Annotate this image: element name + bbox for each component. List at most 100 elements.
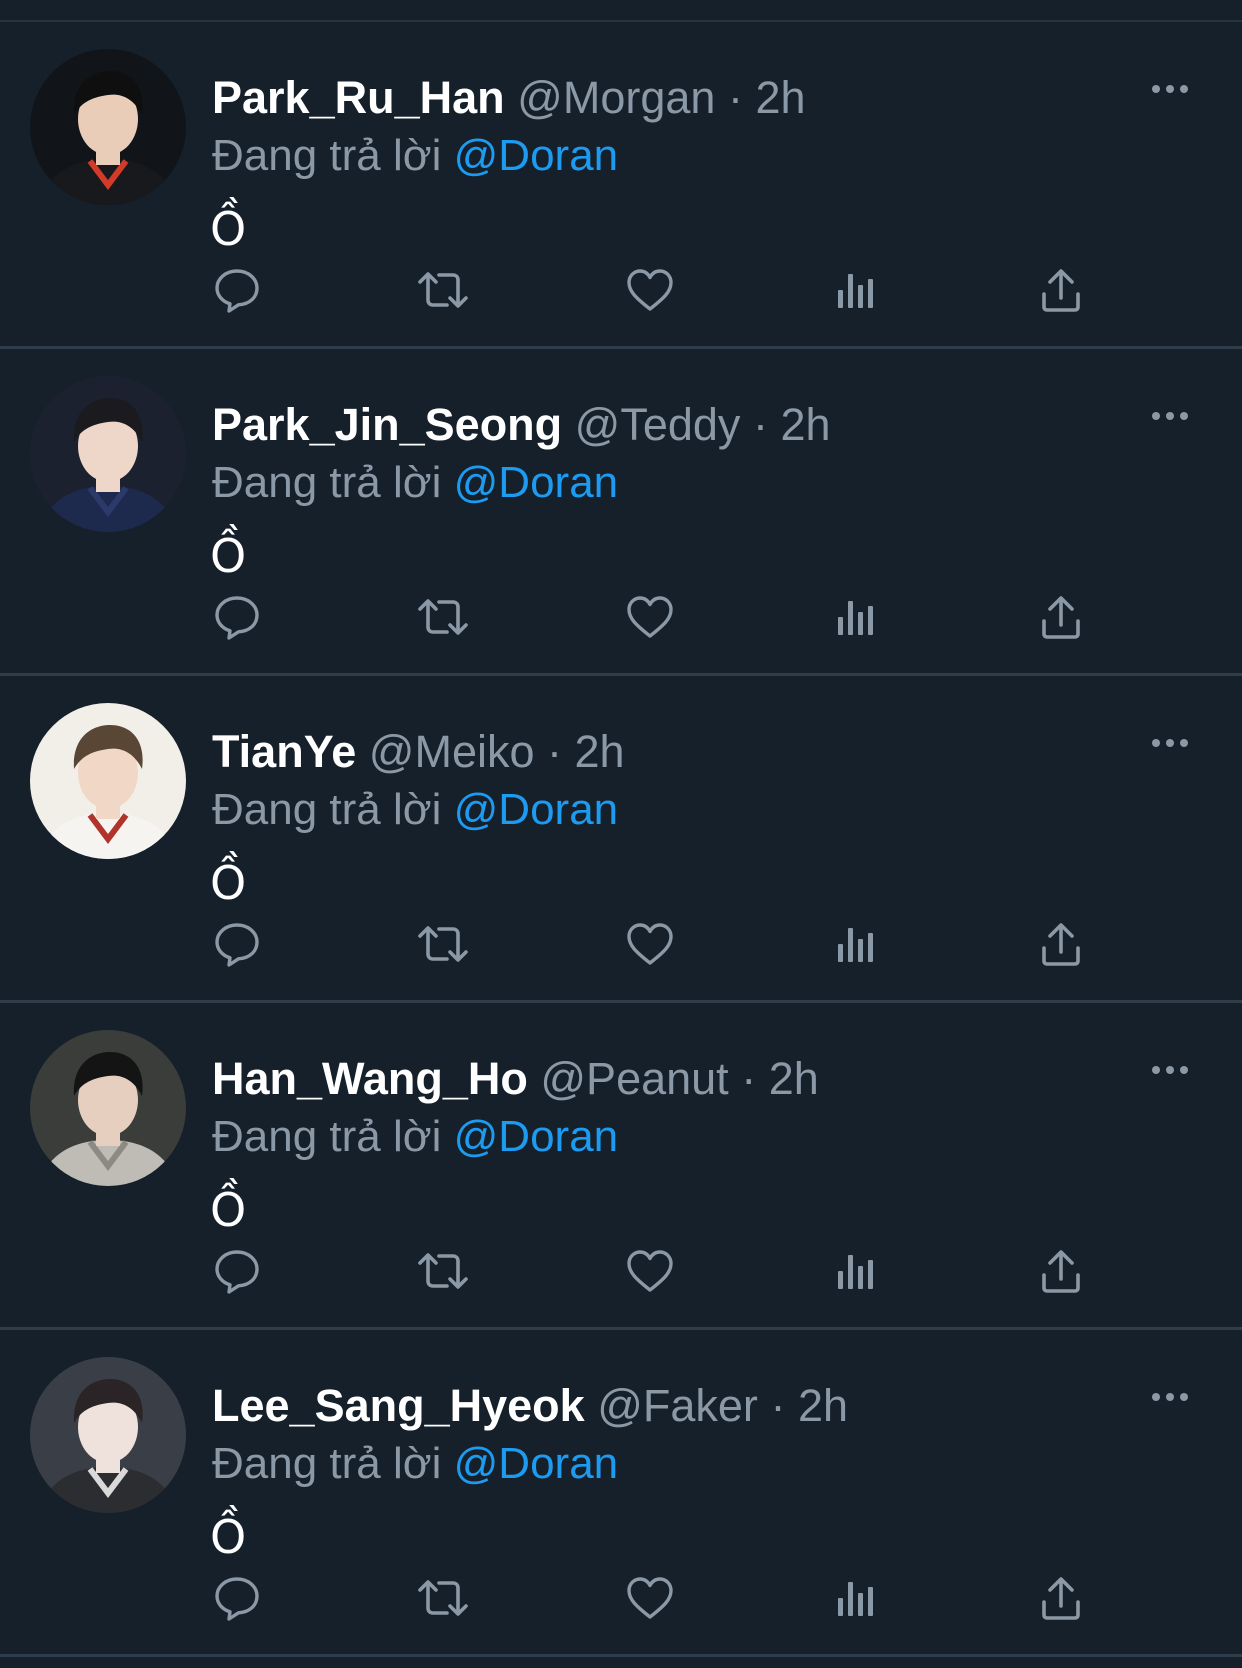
like-icon	[625, 921, 675, 967]
share-icon	[1039, 920, 1083, 968]
display-name[interactable]: Han_Wang_Ho	[212, 1053, 528, 1104]
retweet-icon	[415, 920, 471, 968]
avatar[interactable]	[30, 49, 186, 205]
views-button[interactable]	[828, 1570, 884, 1626]
avatar[interactable]	[30, 1357, 186, 1513]
timestamp[interactable]: 2h	[780, 399, 830, 450]
reply-button[interactable]	[209, 1570, 265, 1626]
tweet-header: Han_Wang_Ho @Peanut · 2h	[212, 1049, 819, 1109]
retweet-button[interactable]	[415, 916, 471, 972]
views-icon	[834, 595, 878, 639]
reply-button[interactable]	[209, 262, 265, 318]
replying-to: Đang trả lời @Doran	[212, 453, 618, 513]
retweet-icon	[415, 1247, 471, 1295]
share-button[interactable]	[1033, 589, 1089, 645]
views-button[interactable]	[828, 916, 884, 972]
more-icon	[1150, 409, 1190, 427]
display-name[interactable]: Park_Ru_Han	[212, 72, 505, 123]
retweet-button[interactable]	[415, 1243, 471, 1299]
separator: ·	[547, 726, 563, 777]
like-button[interactable]	[622, 589, 678, 645]
tweet[interactable]: Han_Wang_Ho @Peanut · 2h Đang trả lời @D…	[0, 1003, 1242, 1330]
replying-to-mention[interactable]: @Doran	[454, 1439, 619, 1488]
tweet-text: Ồ	[210, 1183, 247, 1237]
separator: ·	[727, 72, 743, 123]
like-button[interactable]	[622, 1570, 678, 1626]
timestamp[interactable]: 2h	[798, 1380, 848, 1431]
reply-icon	[213, 1247, 261, 1295]
share-button[interactable]	[1033, 1243, 1089, 1299]
more-icon	[1150, 736, 1190, 754]
share-icon	[1039, 1247, 1083, 1295]
replying-to-label: Đang trả lời	[212, 458, 442, 507]
reply-button[interactable]	[209, 589, 265, 645]
more-button[interactable]	[1150, 409, 1190, 439]
share-button[interactable]	[1033, 262, 1089, 318]
tweet[interactable]: TianYe @Meiko · 2h Đang trả lời @Doran Ồ	[0, 676, 1242, 1003]
tweet-header: Park_Jin_Seong @Teddy · 2h	[212, 395, 831, 455]
replying-to-mention[interactable]: @Doran	[454, 458, 619, 507]
like-icon	[625, 1575, 675, 1621]
reply-button[interactable]	[209, 1243, 265, 1299]
retweet-button[interactable]	[415, 262, 471, 318]
tweet-divider	[0, 1654, 1242, 1657]
tweet-text: Ồ	[210, 1510, 247, 1564]
views-icon	[834, 1576, 878, 1620]
views-button[interactable]	[828, 262, 884, 318]
user-handle[interactable]: @Morgan	[517, 72, 715, 123]
replying-to-label: Đang trả lời	[212, 785, 442, 834]
like-button[interactable]	[622, 1243, 678, 1299]
timestamp[interactable]: 2h	[755, 72, 805, 123]
like-button[interactable]	[622, 916, 678, 972]
tweet-header: Park_Ru_Han @Morgan · 2h	[212, 68, 806, 128]
like-button[interactable]	[622, 262, 678, 318]
timestamp[interactable]: 2h	[575, 726, 625, 777]
more-icon	[1150, 1390, 1190, 1408]
share-icon	[1039, 593, 1083, 641]
replying-to-mention[interactable]: @Doran	[454, 785, 619, 834]
reply-button[interactable]	[209, 916, 265, 972]
replying-to: Đang trả lời @Doran	[212, 1434, 618, 1494]
display-name[interactable]: Lee_Sang_Hyeok	[212, 1380, 585, 1431]
share-icon	[1039, 266, 1083, 314]
replying-to-mention[interactable]: @Doran	[454, 131, 619, 180]
user-handle[interactable]: @Faker	[597, 1380, 758, 1431]
more-button[interactable]	[1150, 736, 1190, 766]
tweet-header: Lee_Sang_Hyeok @Faker · 2h	[212, 1376, 848, 1436]
display-name[interactable]: TianYe	[212, 726, 356, 777]
tweet[interactable]: Park_Ru_Han @Morgan · 2h Đang trả lời @D…	[0, 22, 1242, 349]
tweet-header: TianYe @Meiko · 2h	[212, 722, 625, 782]
tweet-feed: Park_Ru_Han @Morgan · 2h Đang trả lời @D…	[0, 0, 1242, 1668]
views-icon	[834, 1249, 878, 1293]
tweet-text: Ồ	[210, 202, 247, 256]
tweet-text: Ồ	[210, 856, 247, 910]
avatar[interactable]	[30, 703, 186, 859]
views-icon	[834, 922, 878, 966]
retweet-button[interactable]	[415, 1570, 471, 1626]
replying-to-label: Đang trả lời	[212, 1112, 442, 1161]
retweet-icon	[415, 266, 471, 314]
replying-to-label: Đang trả lời	[212, 131, 442, 180]
separator: ·	[770, 1380, 786, 1431]
avatar[interactable]	[30, 1030, 186, 1186]
user-handle[interactable]: @Teddy	[575, 399, 741, 450]
separator: ·	[752, 399, 768, 450]
tweet[interactable]: Park_Jin_Seong @Teddy · 2h Đang trả lời …	[0, 349, 1242, 676]
share-button[interactable]	[1033, 916, 1089, 972]
views-button[interactable]	[828, 589, 884, 645]
share-button[interactable]	[1033, 1570, 1089, 1626]
user-handle[interactable]: @Meiko	[369, 726, 535, 777]
tweet-text: Ồ	[210, 529, 247, 583]
user-handle[interactable]: @Peanut	[540, 1053, 728, 1104]
timestamp[interactable]: 2h	[769, 1053, 819, 1104]
views-button[interactable]	[828, 1243, 884, 1299]
more-button[interactable]	[1150, 1063, 1190, 1093]
retweet-button[interactable]	[415, 589, 471, 645]
replying-to: Đang trả lời @Doran	[212, 126, 618, 186]
replying-to-mention[interactable]: @Doran	[454, 1112, 619, 1161]
more-button[interactable]	[1150, 1390, 1190, 1420]
more-button[interactable]	[1150, 82, 1190, 112]
display-name[interactable]: Park_Jin_Seong	[212, 399, 562, 450]
tweet[interactable]: Lee_Sang_Hyeok @Faker · 2h Đang trả lời …	[0, 1330, 1242, 1657]
avatar[interactable]	[30, 376, 186, 532]
